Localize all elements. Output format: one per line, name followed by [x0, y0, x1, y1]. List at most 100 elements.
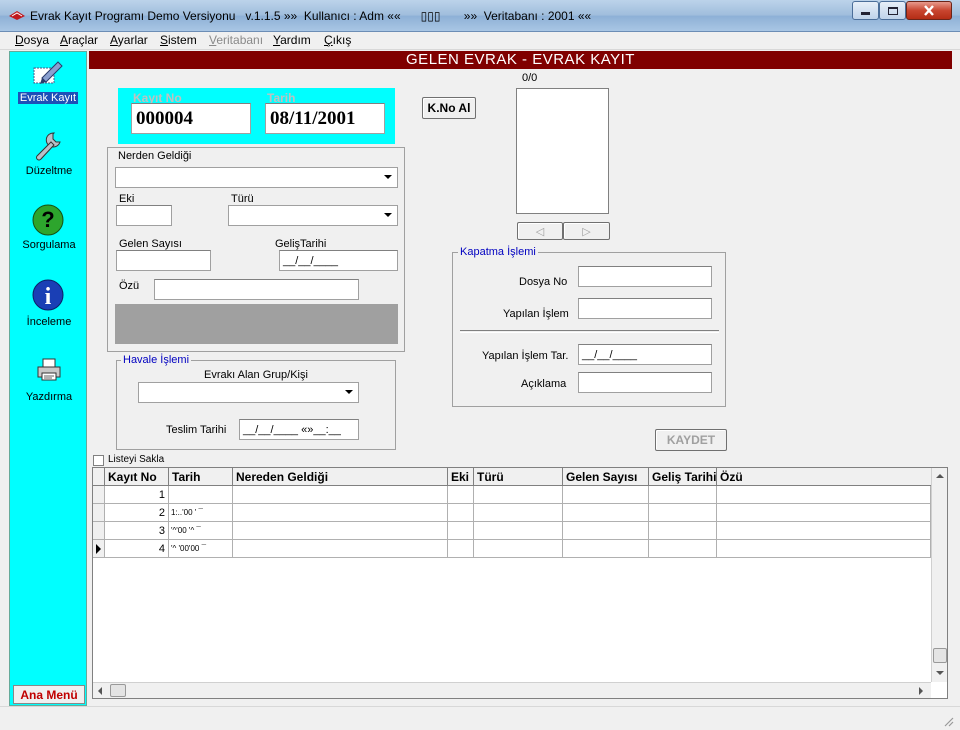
prev-image-button[interactable]: ◁	[517, 222, 563, 240]
table-row[interactable]: 1	[93, 486, 931, 504]
menu-sistem[interactable]: Sistem	[160, 33, 197, 47]
menu-ayarlar[interactable]: Ayarlar	[110, 33, 148, 47]
sidebar-item-evrak-kayit[interactable]: Evrak Kayıt	[10, 56, 88, 128]
sidebar-item-inceleme[interactable]: i İnceleme	[10, 277, 88, 349]
column-header-eki[interactable]: Eki	[448, 468, 474, 486]
row-indicator	[93, 486, 105, 504]
maximize-button[interactable]	[879, 1, 906, 20]
scroll-down-icon[interactable]	[936, 671, 944, 675]
question-icon: ?	[32, 204, 64, 236]
h-scroll-thumb[interactable]	[110, 684, 126, 697]
image-counter: 0/0	[522, 72, 538, 84]
cell-kayit-no: 2	[105, 504, 169, 522]
kapatma-divider	[460, 330, 719, 333]
listeyi-sakla-checkbox[interactable]	[93, 455, 104, 466]
evraki-alan-label: Evrakı Alan Grup/Kişi	[204, 369, 308, 381]
column-header-gelis-tarihi[interactable]: Geliş Tarihi	[649, 468, 717, 486]
svg-text:i: i	[45, 284, 52, 310]
menu-dosya[interactable]: Dosya	[15, 33, 49, 47]
sidebar-item-sorgulama[interactable]: ? Sorgulama	[10, 202, 88, 274]
menu-cikis[interactable]: Çıkış	[324, 33, 351, 47]
yapilan-islem-tar-field[interactable]: __/__/____	[578, 344, 712, 365]
gelen-sayisi-label: Gelen Sayısı	[119, 238, 182, 250]
cell-eki	[448, 504, 474, 522]
menu-yardim[interactable]: Yardım	[273, 33, 311, 47]
ozu-label: Özü	[119, 280, 140, 292]
kapatma-title: Kapatma İşlemi	[458, 246, 538, 258]
table-row[interactable]: 3 '^'00 '^ ¯	[93, 522, 931, 540]
kayit-no-field[interactable]: 000004	[131, 103, 251, 134]
scroll-left-icon[interactable]	[98, 687, 102, 695]
sidebar-item-duzeltme[interactable]: Düzeltme	[10, 128, 88, 200]
column-header-kayit-no[interactable]: Kayıt No	[105, 468, 169, 486]
column-header-gelen-sayisi[interactable]: Gelen Sayısı	[563, 468, 649, 486]
column-header-ozu[interactable]: Özü	[717, 468, 931, 486]
scroll-thumb[interactable]	[933, 648, 947, 663]
teslim-tarihi-field[interactable]: __/__/____ «»__:__	[239, 419, 359, 440]
sidebar-item-label: Düzeltme	[25, 165, 73, 177]
yapilan-islem-field[interactable]	[578, 298, 712, 319]
menu-veritabani[interactable]: Veritabanı	[209, 33, 263, 47]
vertical-scrollbar[interactable]	[931, 468, 947, 682]
evraki-alan-combo[interactable]	[138, 382, 359, 403]
dosya-no-field[interactable]	[578, 266, 712, 287]
gelen-sayisi-field[interactable]	[116, 250, 211, 271]
row-indicator	[93, 522, 105, 540]
column-header-nereden-geldigi[interactable]: Nereden Geldiği	[233, 468, 448, 486]
minimize-button[interactable]	[852, 1, 879, 20]
minimize-icon	[861, 12, 870, 15]
ozu-field[interactable]	[154, 279, 359, 300]
main-menu-button[interactable]: Ana Menü	[13, 685, 85, 704]
gelis-tarihi-field[interactable]: __/__/____	[279, 250, 398, 271]
yapilan-islem-label: Yapılan İşlem	[503, 308, 569, 320]
sidebar-item-label: Sorgulama	[22, 239, 76, 251]
title-bar: Evrak Kayıt Programı Demo Versiyonu v.1.…	[0, 0, 960, 32]
table-row[interactable]: 2 1:..'00 ' ¯	[93, 504, 931, 522]
eki-label: Eki	[119, 193, 135, 205]
current-row-icon	[96, 544, 101, 554]
turu-combo[interactable]	[228, 205, 398, 226]
next-image-button[interactable]: ▷	[563, 222, 610, 240]
svg-text:?: ?	[41, 207, 54, 232]
cell-ozu	[717, 540, 931, 558]
sidebar-item-label: Evrak Kayıt	[18, 92, 78, 104]
cell-gelen-sayisi	[563, 522, 649, 540]
eki-field[interactable]	[116, 205, 172, 226]
column-header-turu[interactable]: Türü	[474, 468, 563, 486]
chevron-down-icon	[345, 390, 353, 394]
cell-gelis-tarihi	[649, 540, 717, 558]
scroll-up-icon[interactable]	[936, 474, 944, 478]
scroll-right-icon[interactable]	[919, 687, 923, 695]
column-header-tarih[interactable]: Tarih	[169, 468, 233, 486]
turu-label: Türü	[231, 193, 254, 205]
tarih-field[interactable]: 08/11/2001	[265, 103, 385, 134]
row-indicator	[93, 504, 105, 522]
page-title: GELEN EVRAK - EVRAK KAYIT	[89, 51, 952, 69]
cell-turu	[474, 540, 563, 558]
status-bar	[0, 706, 960, 730]
cell-gelen-sayisi	[563, 540, 649, 558]
listeyi-sakla-label: Listeyi Sakla	[108, 454, 165, 465]
kaydet-button[interactable]: KAYDET	[655, 429, 727, 451]
cell-nereden	[233, 486, 448, 504]
cell-kayit-no: 3	[105, 522, 169, 540]
kno-al-button[interactable]: K.No Al	[422, 97, 476, 119]
close-button[interactable]	[906, 1, 952, 20]
cell-turu	[474, 504, 563, 522]
row-indicator	[93, 540, 105, 558]
cell-ozu	[717, 486, 931, 504]
cell-turu	[474, 522, 563, 540]
resize-grip-icon[interactable]	[942, 715, 954, 727]
cell-nereden	[233, 522, 448, 540]
aciklama-field[interactable]	[578, 372, 712, 393]
cell-gelis-tarihi	[649, 486, 717, 504]
cell-tarih	[169, 486, 233, 504]
nerden-geldigi-combo[interactable]	[115, 167, 398, 188]
sidebar-item-yazdirma[interactable]: Yazdırma	[10, 354, 88, 426]
sidebar-item-label: İnceleme	[26, 316, 72, 328]
menu-araclar[interactable]: Araçlar	[60, 33, 98, 47]
horizontal-scrollbar[interactable]	[93, 682, 931, 698]
havale-title: Havale İşlemi	[121, 354, 192, 366]
cell-gelen-sayisi	[563, 486, 649, 504]
table-row[interactable]: 4 '^ '00'00 ¯	[93, 540, 931, 558]
